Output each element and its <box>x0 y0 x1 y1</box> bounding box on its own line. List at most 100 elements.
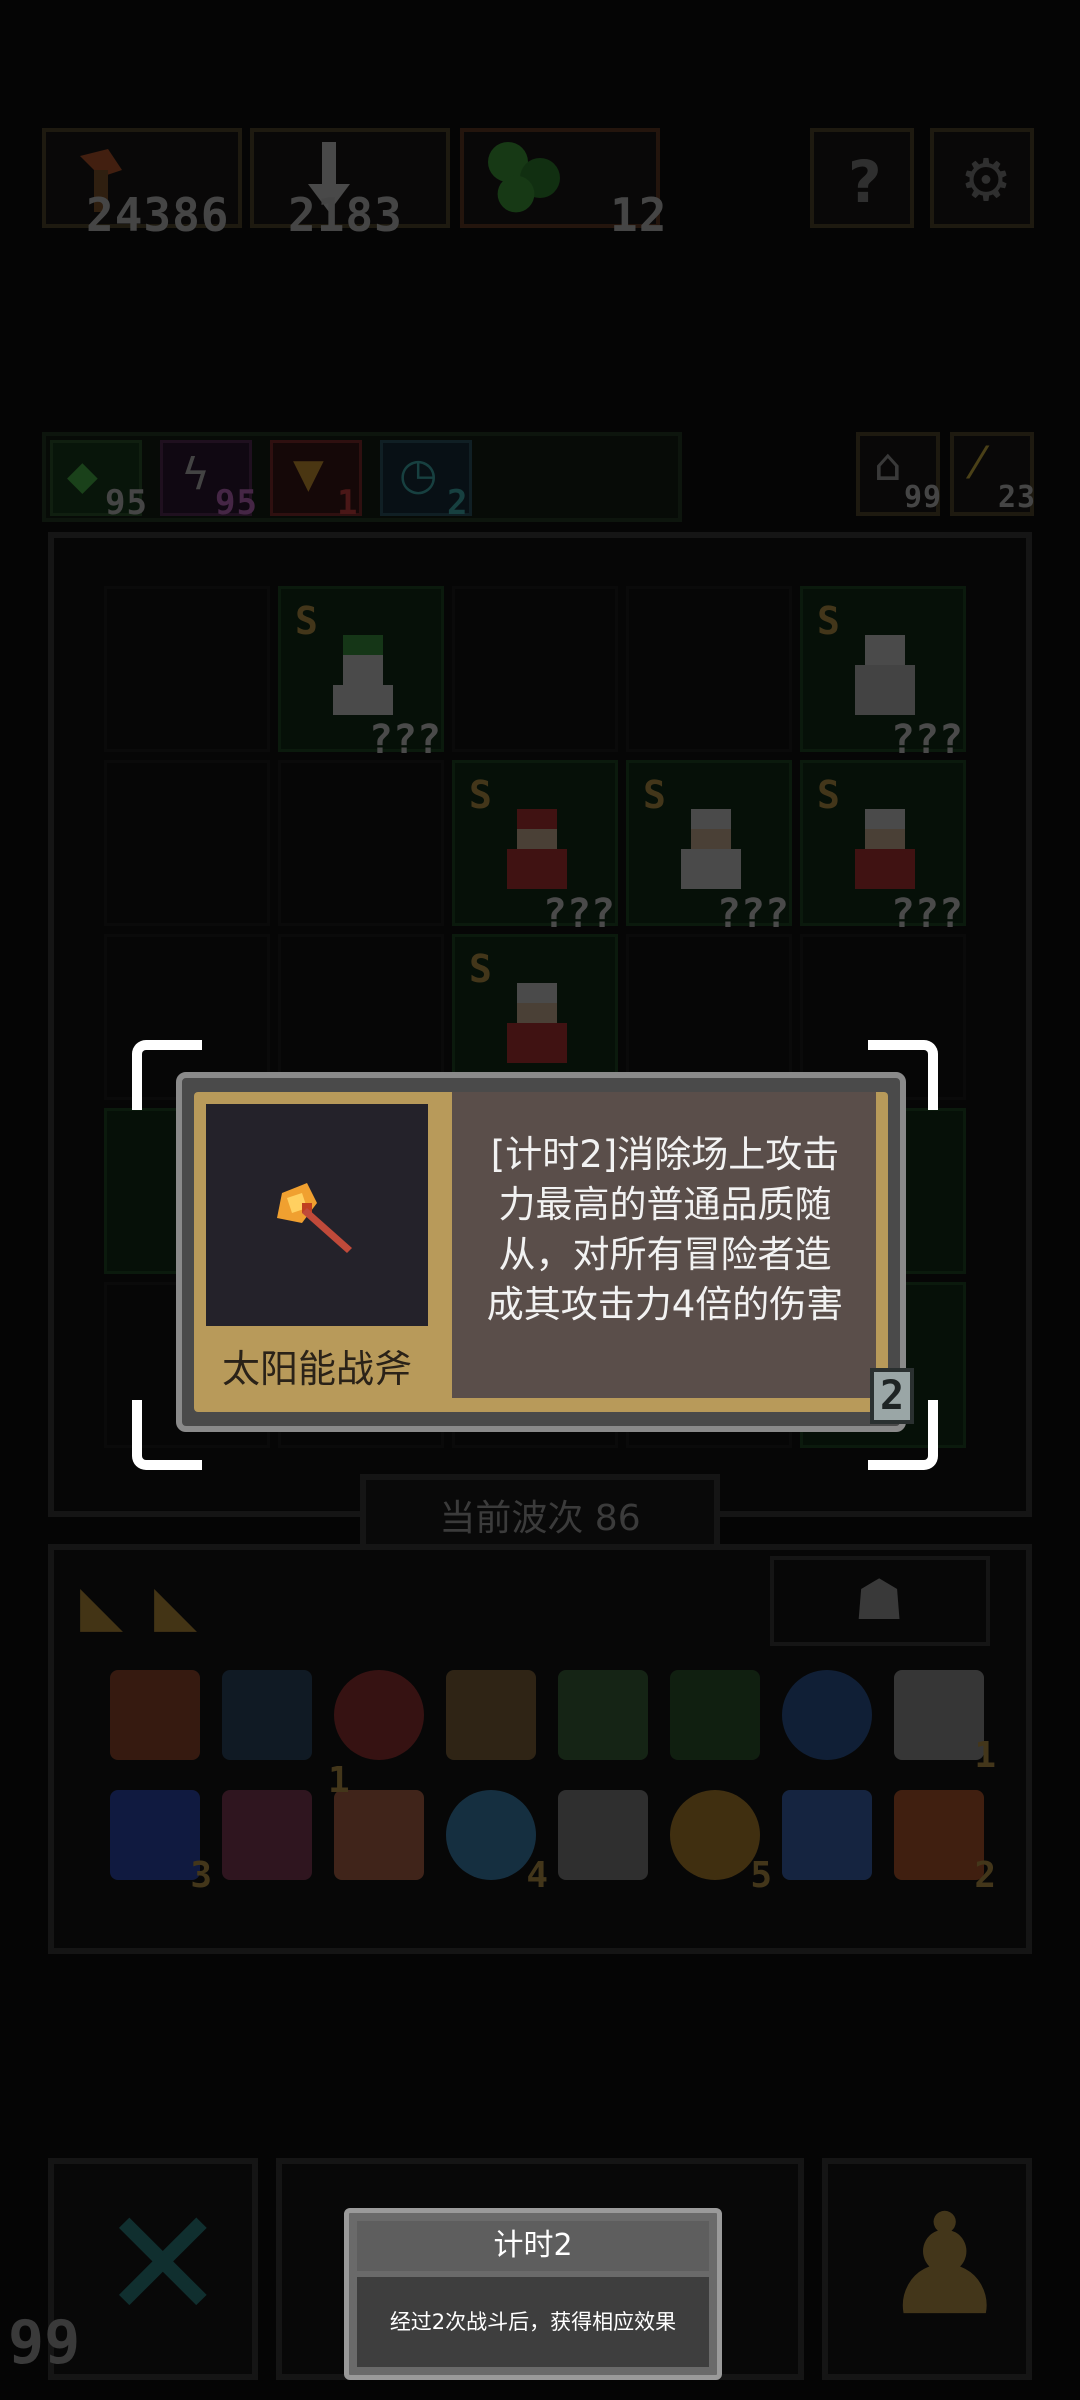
item-count: 5 <box>750 1855 772 1896</box>
rank-badge: S <box>817 599 840 643</box>
green-gem-icon: ◆ <box>67 453 98 499</box>
tab-flag-icon: ◣ <box>154 1574 198 1639</box>
wand-chip[interactable]: ⁄ 23 <box>950 432 1037 516</box>
tooltip-title-bar: 计时2 <box>357 2221 709 2271</box>
hero-unit[interactable]: S??? <box>295 599 441 763</box>
spear-item[interactable] <box>558 1670 648 1760</box>
item-count: 4 <box>526 1855 548 1896</box>
grid-cell[interactable]: S??? <box>452 760 618 937</box>
ring-item[interactable]: 5 <box>670 1790 772 1896</box>
shield-item[interactable] <box>222 1670 312 1760</box>
rank-badge: S <box>469 773 492 817</box>
fighter-sprite-icon <box>855 809 915 889</box>
card-level: 2 <box>879 1373 905 1419</box>
boot-chip[interactable]: ⌂ 99 <box>856 432 943 516</box>
hero-unit[interactable]: S <box>469 947 587 1073</box>
status-chip-lightning[interactable]: ϟ 95 <box>160 440 257 523</box>
dagger-item[interactable] <box>558 1790 648 1880</box>
scroll-item[interactable]: 1 <box>894 1670 996 1776</box>
axe-count: 24386 <box>86 188 230 242</box>
item-count: 3 <box>190 1855 212 1896</box>
hero-unit[interactable]: S??? <box>817 773 963 937</box>
shield-count: 1 <box>337 483 359 523</box>
clock-icon: ◷ <box>399 449 438 500</box>
inventory-tab-items[interactable]: ◣ ◣ <box>76 1568 236 1639</box>
shovel-count: 2183 <box>288 188 403 242</box>
hero-unit[interactable]: S??? <box>469 773 615 937</box>
helmet-item[interactable] <box>334 1670 424 1760</box>
grid-cell[interactable]: S??? <box>800 586 966 763</box>
lightning-count: 95 <box>215 483 258 523</box>
hourglass-item[interactable]: 3 <box>110 1790 212 1896</box>
close-icon: ✕ <box>100 2178 226 2352</box>
item-count: 1 <box>974 1735 996 1776</box>
item-name-label: 太阳能战斧 <box>194 1330 440 1408</box>
rank-badge: S <box>469 947 492 991</box>
keyword-tooltip: 计时2 经过2次战斗后，获得相应效果 <box>344 2208 722 2380</box>
grid-cell[interactable] <box>626 586 792 752</box>
unit-power: ??? <box>368 717 441 763</box>
rank-badge: S <box>817 773 840 817</box>
armor-item[interactable] <box>110 1670 200 1760</box>
green-orb-icon <box>488 142 560 213</box>
tooltip-body: 经过2次战斗后，获得相应效果 <box>389 2310 677 2334</box>
hero-unit[interactable]: S??? <box>817 599 963 763</box>
remaining-count: 99 <box>8 2308 81 2378</box>
item-card[interactable]: 太阳能战斧 [计时2]消除场上攻击 力最高的普通品质随 从，对所有冒险者造 成其… <box>176 1072 914 1432</box>
grid-cell[interactable] <box>278 760 444 926</box>
grid-cell[interactable]: S??? <box>800 760 966 937</box>
status-chip-clock[interactable]: ◷ 2 <box>380 440 472 523</box>
gauntlet-item[interactable]: 1 <box>328 1760 424 1880</box>
tooltip-body-bar: 经过2次战斗后，获得相应效果 <box>357 2277 709 2367</box>
crown-item[interactable] <box>782 1790 872 1880</box>
wave-label: 当前波次 86 <box>439 1498 641 1539</box>
fork-item[interactable] <box>446 1670 536 1760</box>
shield-down-icon: ▼ <box>293 451 324 497</box>
lightning-icon: ϟ <box>181 449 211 500</box>
resource-orb: 12 <box>460 128 666 242</box>
inventory-tab-heroes[interactable]: ☗ <box>770 1556 990 1646</box>
card-level-badge: 2 <box>870 1368 914 1424</box>
hero-helmet-icon: ☗ <box>854 1568 905 1633</box>
item-name: 太阳能战斧 <box>221 1347 412 1391</box>
wand-count: 23 <box>998 480 1037 515</box>
axe-item[interactable] <box>222 1790 312 1880</box>
grid-cell[interactable]: S??? <box>278 586 444 763</box>
help-button[interactable]: ? <box>810 128 914 228</box>
hero-unit[interactable]: S??? <box>643 773 789 937</box>
vine-item[interactable] <box>670 1670 760 1760</box>
knight-sprite-icon <box>855 635 915 715</box>
grid-cell[interactable] <box>104 760 270 926</box>
boot-count: 99 <box>904 480 943 515</box>
boot-icon: ⌂ <box>874 440 902 491</box>
hero-button[interactable]: ♟ <box>822 2158 1032 2380</box>
item-card-inner: 太阳能战斧 [计时2]消除场上攻击 力最高的普通品质随 从，对所有冒险者造 成其… <box>194 1092 888 1412</box>
unit-power: ??? <box>890 891 963 937</box>
grid-cell[interactable] <box>104 586 270 752</box>
blue-orb-item[interactable]: 4 <box>446 1790 548 1896</box>
berserker-sprite-icon <box>507 983 567 1063</box>
warrior-sprite-icon <box>333 635 393 715</box>
unit-power: ??? <box>716 891 789 937</box>
settings-button[interactable]: ⚙ <box>930 128 1034 228</box>
orb-item[interactable] <box>782 1670 872 1760</box>
solar-battle-axe-icon <box>277 1183 352 1253</box>
grid-cell[interactable]: S??? <box>626 760 792 937</box>
item-description-panel: [计时2]消除场上攻击 力最高的普通品质随 从，对所有冒险者造 成其攻击力4倍的… <box>446 1092 876 1398</box>
inventory-grid: 1 3 1 4 5 2 <box>100 1660 996 1900</box>
tooltip-title: 计时2 <box>493 2228 573 2263</box>
help-icon: ? <box>848 148 882 216</box>
battle-axe-item[interactable]: 2 <box>894 1790 996 1896</box>
grid-cell[interactable] <box>452 586 618 752</box>
pawn-icon: ♟ <box>882 2184 1008 2347</box>
tab-flag-icon: ◣ <box>80 1574 124 1639</box>
status-chip-shield[interactable]: ▼ 1 <box>270 440 362 523</box>
item-description: [计时2]消除场上攻击 力最高的普通品质随 从，对所有冒险者造 成其攻击力4倍的… <box>486 1133 844 1326</box>
clock-count: 2 <box>447 483 469 523</box>
wand-icon: ⁄ <box>974 438 982 489</box>
soldier-sprite-icon <box>681 809 741 889</box>
item-count: 1 <box>328 1760 350 1801</box>
rank-badge: S <box>643 773 666 817</box>
orb-count: 12 <box>610 188 668 242</box>
status-chip-gem[interactable]: ◆ 95 <box>50 440 147 523</box>
